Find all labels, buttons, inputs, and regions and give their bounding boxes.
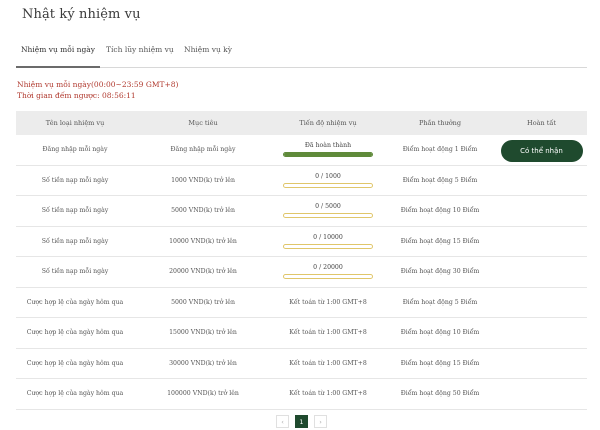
mission-target: 30000 VND(k) trở lên — [169, 359, 237, 367]
header-complete: Hoàn tất — [527, 119, 556, 127]
mission-time-notice: Nhiệm vụ mỗi ngày(00:00~23:59 GMT+8) — [17, 80, 179, 89]
table-row: Cược hợp lệ của ngày hôm qua 100000 VND(… — [16, 379, 587, 410]
mission-reward: Điểm hoạt động 10 Điểm — [400, 329, 480, 337]
mission-target: 10000 VND(k) trở lên — [169, 237, 237, 245]
table-row: Số tiền nạp mỗi ngày 5000 VND(k) trở lên… — [16, 196, 587, 227]
mission-progress: Đã hoàn thành — [272, 136, 384, 164]
mission-progress: 0 / 1000 — [272, 166, 384, 194]
table-row: Cược hợp lệ của ngày hôm qua 30000 VND(k… — [16, 349, 587, 379]
mission-progress: Kết toán từ 1:00 GMT+8 — [289, 359, 367, 367]
mission-progress: 0 / 20000 — [272, 258, 384, 286]
page-number-button[interactable]: 1 — [295, 415, 308, 428]
progress-text: 0 / 10000 — [313, 233, 343, 241]
mission-reward: Điểm hoạt động 50 Điểm — [400, 390, 480, 398]
mission-target: 15000 VND(k) trở lên — [169, 329, 237, 337]
table-row: Số tiền nạp mỗi ngày 10000 VND(k) trở lê… — [16, 227, 587, 257]
mission-table: Tên loại nhiệm vụ Mục tiêu Tiến độ nhiệm… — [16, 111, 587, 410]
mission-name: Đăng nhập mỗi ngày — [42, 146, 108, 154]
mission-name: Cược hợp lệ của ngày hôm qua — [26, 390, 124, 398]
mission-complete-cell: Có thể nhận — [496, 138, 587, 162]
header-progress: Tiến độ nhiệm vụ — [299, 119, 357, 127]
mission-target: 100000 VND(k) trở lên — [167, 390, 239, 398]
mission-reward: Điểm hoạt động 10 Điểm — [400, 207, 480, 215]
progress-text: 0 / 20000 — [313, 264, 343, 272]
mission-progress: Kết toán từ 1:00 GMT+8 — [289, 390, 367, 398]
mission-progress: 0 / 10000 — [272, 227, 384, 255]
mission-progress: Kết toán từ 1:00 GMT+8 — [289, 298, 367, 306]
progress-bar — [283, 213, 373, 219]
progress-bar-fill — [284, 153, 372, 157]
mission-target: Đăng nhập mỗi ngày — [170, 146, 236, 154]
table-row: Số tiền nạp mỗi ngày 1000 VND(k) trở lên… — [16, 166, 587, 196]
page-title: Nhật ký nhiệm vụ — [22, 7, 141, 22]
prev-page-button[interactable]: ‹ — [276, 415, 289, 428]
table-row: Số tiền nạp mỗi ngày 20000 VND(k) trở lê… — [16, 257, 587, 288]
pagination: ‹ 1 › — [276, 415, 327, 428]
tab-cumulative-missions[interactable]: Tích lũy nhiệm vụ — [106, 40, 174, 68]
mission-progress: 0 / 5000 — [272, 197, 384, 225]
table-header: Tên loại nhiệm vụ Mục tiêu Tiến độ nhiệm… — [16, 111, 587, 135]
table-row: Đăng nhập mỗi ngày Đăng nhập mỗi ngày Đã… — [16, 135, 587, 166]
mission-progress: Kết toán từ 1:00 GMT+8 — [289, 329, 367, 337]
progress-bar — [283, 152, 373, 158]
mission-name: Số tiền nạp mỗi ngày — [41, 207, 109, 215]
mission-name: Số tiền nạp mỗi ngày — [41, 176, 109, 184]
tab-bar: Nhiệm vụ mỗi ngày Tích lũy nhiệm vụ Nhiệ… — [16, 40, 587, 68]
next-page-button[interactable]: › — [314, 415, 327, 428]
mission-reward: Điểm hoạt động 5 Điểm — [402, 298, 478, 306]
progress-bar — [283, 274, 373, 280]
mission-name: Cược hợp lệ của ngày hôm qua — [26, 329, 124, 337]
mission-reward: Điểm hoạt động 30 Điểm — [400, 268, 480, 276]
mission-name: Số tiền nạp mỗi ngày — [41, 237, 109, 245]
mission-reward: Điểm hoạt động 5 Điểm — [402, 176, 478, 184]
mission-target: 5000 VND(k) trở lên — [171, 207, 235, 215]
progress-text: Đã hoàn thành — [304, 142, 352, 150]
header-reward: Phần thưởng — [418, 119, 462, 127]
mission-reward: Điểm hoạt động 15 Điểm — [400, 237, 480, 245]
mission-target: 1000 VND(k) trở lên — [171, 176, 235, 184]
mission-target: 5000 VND(k) trở lên — [171, 298, 235, 306]
header-mission-type: Tên loại nhiệm vụ — [45, 119, 105, 127]
tab-daily-missions[interactable]: Nhiệm vụ mỗi ngày — [16, 40, 100, 68]
progress-bar — [283, 182, 373, 188]
table-row: Cược hợp lệ của ngày hôm qua 15000 VND(k… — [16, 318, 587, 349]
mission-name: Cược hợp lệ của ngày hôm qua — [26, 298, 124, 306]
tab-period-missions[interactable]: Nhiệm vụ kỳ — [184, 40, 232, 68]
mission-reward: Điểm hoạt động 15 Điểm — [400, 359, 480, 367]
progress-bar — [283, 243, 373, 249]
progress-text: 0 / 5000 — [315, 203, 341, 211]
progress-text: 0 / 1000 — [315, 172, 341, 180]
mission-target: 20000 VND(k) trở lên — [169, 268, 237, 276]
mission-reward: Điểm hoạt động 1 Điểm — [402, 146, 478, 154]
table-row: Cược hợp lệ của ngày hôm qua 5000 VND(k)… — [16, 288, 587, 318]
claim-button[interactable]: Có thể nhận — [500, 139, 583, 162]
countdown-notice: Thời gian đếm ngược: 08:56:11 — [17, 91, 136, 100]
header-target: Mục tiêu — [188, 119, 218, 127]
mission-name: Số tiền nạp mỗi ngày — [41, 268, 109, 276]
mission-name: Cược hợp lệ của ngày hôm qua — [26, 359, 124, 367]
